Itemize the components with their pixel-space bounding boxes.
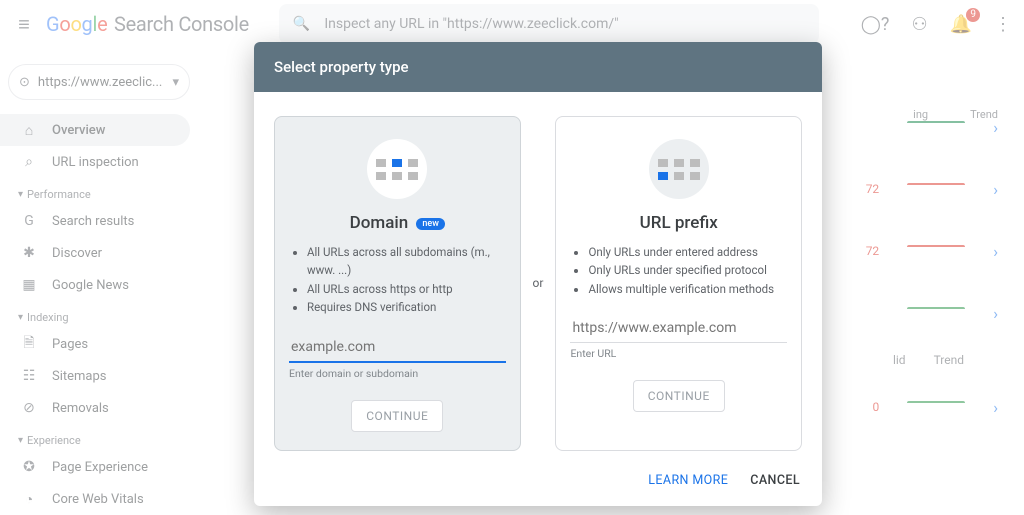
top-bar: ≡ Google Search Console 🔍 Inspect any UR… <box>0 0 1024 48</box>
sparkline <box>907 307 965 319</box>
chevron-down-icon: ▾ <box>18 435 23 446</box>
url-prefix-card[interactable]: URL prefix Only URLs under entered addre… <box>555 116 802 451</box>
nav-icon: ▦ <box>20 277 38 293</box>
url-inspect-search[interactable]: 🔍 Inspect any URL in "https://www.zeecli… <box>279 4 819 44</box>
overflow-icon[interactable]: ⋮ <box>994 14 1012 35</box>
bullet: Allows multiple verification methods <box>588 280 787 298</box>
row-number: 72 <box>866 182 880 196</box>
notif-badge: 9 <box>966 8 980 22</box>
chevron-right-icon[interactable]: › <box>993 242 998 261</box>
learn-more-link[interactable]: LEARN MORE <box>648 473 728 488</box>
trend-row: 72 › <box>832 220 1012 282</box>
url-prefix-title: URL prefix <box>570 213 787 233</box>
chevron-right-icon[interactable]: › <box>993 180 998 199</box>
notifications-icon[interactable]: 🔔9 <box>950 14 972 35</box>
sidebar-item-label: Discover <box>52 246 102 261</box>
trend-row: 0› <box>832 376 1012 438</box>
globe-icon: ⊙ <box>19 75 30 90</box>
url-prefix-input[interactable] <box>570 314 787 343</box>
sidebar-item-label: URL inspection <box>52 155 139 170</box>
search-placeholder: Inspect any URL in "https://www.zeeclick… <box>324 16 618 32</box>
domain-input[interactable] <box>289 333 506 363</box>
sidebar-item-label: Removals <box>52 401 109 416</box>
nav-icon: G <box>20 213 38 229</box>
sidebar-group-label[interactable]: ▾ Performance <box>0 178 198 205</box>
nav-icon: 🗎 <box>20 332 38 356</box>
sidebar-item[interactable]: ✪ Page Experience <box>0 451 190 483</box>
col-header: Trend <box>934 353 964 367</box>
new-badge: new <box>416 218 445 230</box>
sidebar-item-label: Overview <box>52 123 105 138</box>
trend-row: 72 › <box>832 158 1012 220</box>
url-prefix-hint: Enter URL <box>570 347 787 360</box>
bullet: Requires DNS verification <box>307 298 506 316</box>
sidebar-item-label: Search results <box>52 214 134 229</box>
bullet: Only URLs under entered address <box>588 243 787 261</box>
sidebar-item-label: Pages <box>52 337 88 352</box>
domain-icon <box>367 139 427 199</box>
nav-icon: ✱ <box>20 245 38 261</box>
sidebar-item[interactable]: 🗎 Pages <box>0 328 190 360</box>
domain-card[interactable]: Domain new All URLs across all subdomain… <box>274 116 521 451</box>
sidebar-item[interactable]: ▦ Google News <box>0 269 190 301</box>
nav-icon: ◔ <box>20 491 38 508</box>
product-logo: Google Search Console <box>46 12 249 36</box>
sparkline <box>907 245 965 257</box>
nav-icon: ☷ <box>20 368 38 384</box>
sidebar-item[interactable]: G Search results <box>0 205 190 237</box>
sidebar: ⊙ https://www.zeeclic... ▾ ⌂ Overview ⌕ … <box>0 48 198 514</box>
sparkline <box>907 183 965 195</box>
chevron-down-icon: ▾ <box>18 189 23 200</box>
url-prefix-icon <box>649 139 709 199</box>
or-separator: or <box>531 276 546 290</box>
people-icon[interactable]: ⚇ <box>911 14 927 35</box>
nav-icon: ✪ <box>20 459 38 475</box>
property-selector[interactable]: ⊙ https://www.zeeclic... ▾ <box>8 64 190 100</box>
nav-icon: ⊘ <box>20 400 38 416</box>
sidebar-item[interactable]: ◔ Core Web Vitals <box>0 483 190 515</box>
sidebar-item-label: Page Experience <box>52 460 148 475</box>
url-prefix-continue-button[interactable]: CONTINUE <box>633 380 725 412</box>
bullet: All URLs across https or http <box>307 280 506 298</box>
sparkline <box>907 121 965 133</box>
col-header-row: lid Trend <box>832 344 1012 376</box>
chevron-right-icon[interactable]: › <box>993 118 998 137</box>
row-number: 0 <box>872 400 879 414</box>
domain-continue-button[interactable]: CONTINUE <box>351 400 443 432</box>
sidebar-item[interactable]: ⊘ Removals <box>0 392 190 424</box>
chevron-right-icon[interactable]: › <box>993 398 998 417</box>
chevron-down-icon: ▾ <box>18 312 23 323</box>
search-icon: ⌕ <box>20 154 38 170</box>
sidebar-group-label[interactable]: ▾ Indexing <box>0 301 198 328</box>
modal-title: Select property type <box>254 42 822 92</box>
sidebar-item-overview[interactable]: ⌂ Overview <box>0 114 190 146</box>
property-url: https://www.zeeclic... <box>38 75 165 90</box>
sidebar-item[interactable]: ✱ Discover <box>0 237 190 269</box>
menu-icon[interactable]: ≡ <box>12 12 36 37</box>
sparkline <box>907 401 965 413</box>
domain-hint: Enter domain or subdomain <box>289 367 506 380</box>
sidebar-item[interactable]: ☷ Sitemaps <box>0 360 190 392</box>
select-property-modal: Select property type Domain new All URLs… <box>254 42 822 506</box>
sidebar-item-label: Sitemaps <box>52 369 107 384</box>
col-header: lid <box>893 353 906 367</box>
trend-row: › <box>832 96 1012 158</box>
trend-row: › <box>832 282 1012 344</box>
cancel-button[interactable]: CANCEL <box>750 473 800 488</box>
row-number: 72 <box>866 244 880 258</box>
chevron-down-icon: ▾ <box>172 75 179 90</box>
sidebar-item-url-inspection[interactable]: ⌕ URL inspection <box>0 146 190 178</box>
bullet: Only URLs under specified protocol <box>588 261 787 279</box>
chevron-right-icon[interactable]: › <box>993 304 998 323</box>
help-icon[interactable]: ◯? <box>861 14 890 35</box>
product-name: Search Console <box>114 12 249 36</box>
sidebar-group-label[interactable]: ▾ Experience <box>0 424 198 451</box>
bullet: All URLs across all subdomains (m., www.… <box>307 243 506 280</box>
search-icon: 🔍 <box>293 16 310 32</box>
home-icon: ⌂ <box>20 122 38 139</box>
domain-title: Domain <box>350 213 409 233</box>
sidebar-item-label: Google News <box>52 278 129 293</box>
sidebar-item-label: Core Web Vitals <box>52 492 144 507</box>
